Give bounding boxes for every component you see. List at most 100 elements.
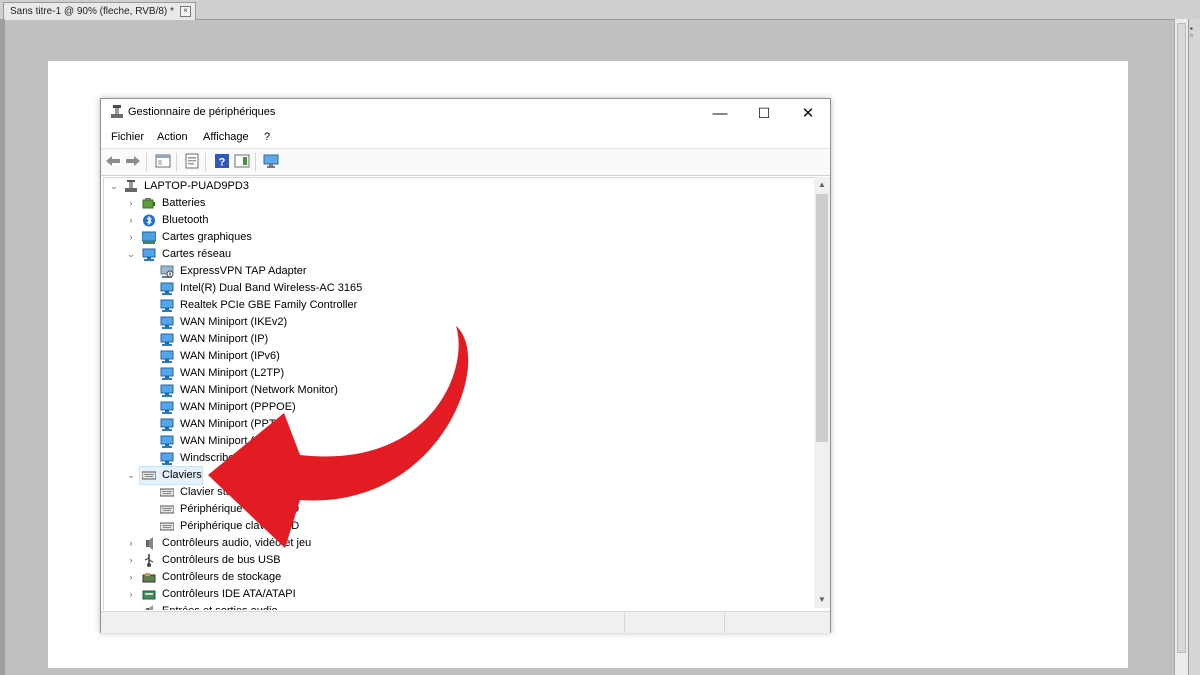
tree-category[interactable]: ⌄ Claviers <box>127 466 203 485</box>
status-separator <box>724 612 725 633</box>
device-label: Intel(R) Dual Band Wireless-AC 3165 <box>180 282 363 294</box>
device-label: WAN Miniport (PPPOE) <box>180 401 296 413</box>
menu-fichier[interactable]: Fichier <box>111 131 144 143</box>
scroll-up-arrow-icon[interactable]: ▲ <box>814 177 830 193</box>
ide-controller-icon <box>142 590 156 600</box>
tree-device[interactable]: Realtek PCIe GBE Family Controller <box>104 297 804 314</box>
tree-scrollbar[interactable]: ▲ ▼ <box>814 177 830 608</box>
tree-device[interactable]: Intel(R) Dual Band Wireless-AC 3165 <box>104 280 804 297</box>
maximize-button[interactable]: ☐ <box>742 99 786 127</box>
device-label: Claviers <box>162 469 202 481</box>
tree-category[interactable]: › Entrées et sorties audio <box>104 603 804 610</box>
tab-close-icon[interactable]: × <box>179 6 191 17</box>
canvas-scrollbar-thumb[interactable] <box>1177 23 1186 653</box>
chevron-down-icon[interactable]: ⌄ <box>126 467 136 484</box>
computer-icon <box>125 180 137 192</box>
computer-name: LAPTOP-PUAD9PD3 <box>144 180 249 192</box>
document-tab[interactable]: Sans titre-1 @ 90% (fleche, RVB/8) * × <box>3 2 196 20</box>
menu-affichage[interactable]: Affichage <box>203 131 249 143</box>
device-label: Bluetooth <box>162 214 209 226</box>
chevron-down-icon[interactable]: ⌄ <box>109 178 119 195</box>
keyboard-icon <box>142 471 156 480</box>
panel-collapse-icon[interactable]: ▪ ▫ <box>1190 25 1199 40</box>
tree-category[interactable]: › Bluetooth <box>104 212 804 229</box>
tree-device[interactable]: Windscribe VPN <box>104 450 804 467</box>
back-icon[interactable] <box>105 153 121 169</box>
tree-device[interactable]: Périphérique clavier HID <box>104 518 804 535</box>
tree-device[interactable]: WAN Miniport (PPPOE) <box>104 399 804 416</box>
usb-icon <box>144 554 154 567</box>
show-hide-console-tree-icon[interactable] <box>155 153 171 169</box>
device-label: WAN Miniport (IKEv2) <box>180 316 288 328</box>
toolbar-separator <box>146 153 147 171</box>
tree-device[interactable]: WAN Miniport (IP) <box>104 331 804 348</box>
tree-root[interactable]: ⌄ LAPTOP-PUAD9PD3 <box>104 178 804 195</box>
tree-scrollbar-thumb[interactable] <box>816 194 828 442</box>
network-adapter-icon <box>160 384 174 397</box>
tree-device[interactable]: WAN Miniport (L2TP) <box>104 365 804 382</box>
tree-category[interactable]: › Contrôleurs de bus USB <box>104 552 804 569</box>
tree-category[interactable]: › Contrôleurs audio, vidéo et jeu <box>104 535 804 552</box>
tree-category[interactable]: ⌄ Cartes réseau <box>104 246 804 263</box>
tree-device[interactable]: ExpressVPN TAP Adapter <box>104 263 804 280</box>
chevron-right-icon[interactable]: › <box>126 535 136 552</box>
device-label: WAN Miniport (SSTP) <box>180 435 287 447</box>
status-separator <box>624 612 625 633</box>
tree-device[interactable]: WAN Miniport (IPv6) <box>104 348 804 365</box>
device-label: WAN Miniport (IP) <box>180 333 269 345</box>
tree-category[interactable]: › Batteries <box>104 195 804 212</box>
device-manager-window: Gestionnaire de périphériques — ☐ ✕ Fich… <box>100 98 831 633</box>
tree-device[interactable]: WAN Miniport (SSTP) <box>104 433 804 450</box>
device-label: ExpressVPN TAP Adapter <box>180 265 307 277</box>
device-label: WAN Miniport (Network Monitor) <box>180 384 338 396</box>
device-label: Périphérique clavier HID <box>180 520 300 532</box>
scroll-down-arrow-icon[interactable]: ▼ <box>814 592 830 608</box>
toolbar-separator <box>205 153 206 171</box>
svg-text:?: ? <box>219 157 226 169</box>
forward-icon[interactable] <box>125 153 141 169</box>
chevron-right-icon[interactable]: › <box>126 603 136 610</box>
network-adapter-icon <box>160 418 174 431</box>
toolbar-separator <box>176 153 177 171</box>
canvas-scrollbar[interactable] <box>1174 19 1188 675</box>
tree-device[interactable]: WAN Miniport (Network Monitor) <box>104 382 804 399</box>
status-bar <box>101 611 830 633</box>
toolbar: ? <box>101 148 830 176</box>
chevron-right-icon[interactable]: › <box>126 552 136 569</box>
network-adapter-icon <box>160 299 174 312</box>
network-adapter-icon <box>160 333 174 346</box>
right-panel-edge: ▪ ▫ <box>1188 19 1200 675</box>
network-adapter-icon <box>160 316 174 329</box>
tree-category[interactable]: › Contrôleurs IDE ATA/ATAPI <box>104 586 804 603</box>
network-adapter-icon <box>160 435 174 448</box>
network-adapter-icon <box>142 248 156 261</box>
keyboard-icon <box>160 505 174 514</box>
tree-device[interactable]: WAN Miniport (PPTP) <box>104 416 804 433</box>
chevron-right-icon[interactable]: › <box>126 229 136 246</box>
properties-icon[interactable] <box>184 153 200 169</box>
close-button[interactable]: ✕ <box>786 99 830 127</box>
chevron-right-icon[interactable]: › <box>126 569 136 586</box>
chevron-right-icon[interactable]: › <box>126 195 136 212</box>
device-label: Contrôleurs de bus USB <box>162 554 281 566</box>
minimize-button[interactable]: — <box>698 99 742 127</box>
keyboard-icon <box>160 522 174 531</box>
chevron-down-icon[interactable]: ⌄ <box>126 246 136 263</box>
action-pane-icon[interactable] <box>234 153 250 169</box>
menu-action[interactable]: Action <box>157 131 188 143</box>
tree-category[interactable]: › Contrôleurs de stockage <box>104 569 804 586</box>
tree-category[interactable]: › Cartes graphiques <box>104 229 804 246</box>
network-adapter-icon <box>160 350 174 363</box>
network-adapter-icon <box>160 452 174 465</box>
scan-hardware-icon[interactable] <box>263 153 279 169</box>
menu-help[interactable]: ? <box>264 131 270 143</box>
display-adapter-icon <box>142 231 156 244</box>
chevron-right-icon[interactable]: › <box>126 212 136 229</box>
device-manager-icon <box>111 105 123 118</box>
device-label: Contrôleurs de stockage <box>162 571 282 583</box>
chevron-right-icon[interactable]: › <box>126 586 136 603</box>
help-icon[interactable]: ? <box>214 153 230 169</box>
tree-device[interactable]: WAN Miniport (IKEv2) <box>104 314 804 331</box>
tree-device[interactable]: Périphérique clavier HID <box>104 501 804 518</box>
tree-device[interactable]: Clavier standard PS/2 <box>104 484 804 501</box>
